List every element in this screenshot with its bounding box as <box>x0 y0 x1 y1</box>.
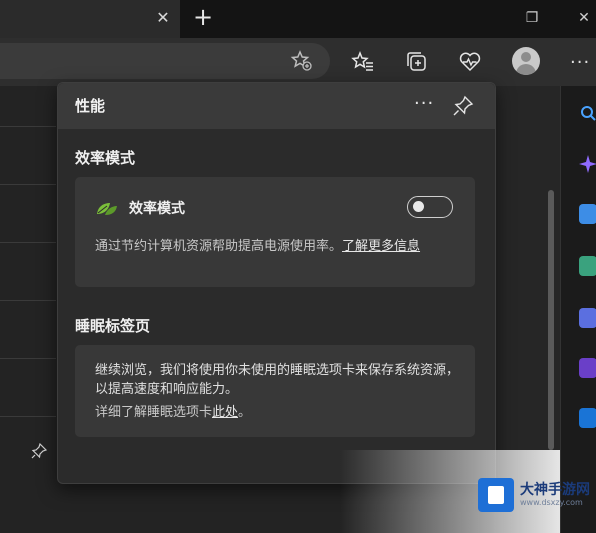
outlook-icon[interactable] <box>579 408 596 428</box>
efficiency-card: 效率模式 通过节约计算机资源帮助提高电源使用率。了解更多信息 <box>75 177 475 287</box>
games-icon[interactable] <box>579 358 596 378</box>
close-window-icon[interactable]: ✕ <box>574 8 594 28</box>
tab-close-icon[interactable]: ✕ <box>152 7 174 29</box>
shopping-tag-icon[interactable] <box>579 204 596 224</box>
performance-flyout: 性能 ··· 效率模式 效率模式 通过节约计算机资源帮助提高电源使用率。了解更多… <box>57 82 496 484</box>
efficiency-description: 通过节约计算机资源帮助提高电源使用率。了解更多信息 <box>95 237 455 256</box>
efficiency-mode-label: 效率模式 <box>129 201 185 217</box>
settings-more-icon[interactable]: ··· <box>570 52 590 73</box>
efficiency-desc-text: 通过节约计算机资源帮助提高电源使用率。 <box>95 239 343 254</box>
sleeping-tabs-description: 继续浏览，我们将使用你未使用的睡眠选项卡来保存系统资源，以提高速度和响应能力。 <box>95 363 460 397</box>
search-icon[interactable] <box>579 104 596 124</box>
here-link[interactable]: 此处 <box>212 405 238 420</box>
pin-icon[interactable] <box>31 442 48 459</box>
page-scrollbar[interactable] <box>548 190 554 450</box>
favorites-icon[interactable] <box>351 50 375 74</box>
copilot-sparkle-icon[interactable] <box>579 154 596 174</box>
divider <box>0 184 56 185</box>
performance-icon[interactable] <box>458 50 482 74</box>
learn-more-suffix: 。 <box>238 405 252 420</box>
more-options-icon[interactable]: ··· <box>414 93 434 114</box>
site-watermark: 大神手游网 www.dsxzy.com <box>478 476 590 514</box>
learn-more-link[interactable]: 了解更多信息 <box>342 239 420 254</box>
flyout-title: 性能 <box>75 97 106 115</box>
tab-strip: ✕ + ❐ ✕ <box>0 0 596 38</box>
toggle-knob <box>413 201 424 212</box>
active-tab[interactable]: ✕ <box>0 0 180 38</box>
sleeping-tabs-section-title: 睡眠标签页 <box>75 317 151 335</box>
profile-avatar[interactable] <box>512 47 540 75</box>
divider <box>0 242 56 243</box>
flyout-header: 性能 ··· <box>58 83 495 129</box>
address-bar[interactable] <box>0 43 330 79</box>
divider <box>0 416 56 417</box>
people-icon[interactable] <box>579 308 596 328</box>
watermark-name: 大神手游网 <box>520 482 590 498</box>
avatar-body <box>516 64 536 75</box>
tools-icon[interactable] <box>579 256 596 276</box>
sleeping-tabs-card: 继续浏览，我们将使用你未使用的睡眠选项卡来保存系统资源，以提高速度和响应能力。 … <box>75 345 475 437</box>
efficiency-mode-toggle[interactable] <box>407 196 453 218</box>
edge-sidebar <box>560 86 596 533</box>
sleeping-tabs-learn-more: 详细了解睡眠选项卡此处。 <box>95 403 465 422</box>
watermark-logo-icon <box>478 478 514 512</box>
efficiency-section-title: 效率模式 <box>75 149 136 167</box>
divider <box>0 358 56 359</box>
avatar-head <box>521 52 531 62</box>
new-tab-button[interactable]: + <box>190 5 216 31</box>
divider <box>0 126 56 127</box>
learn-more-prefix: 详细了解睡眠选项卡 <box>95 405 213 420</box>
collections-icon[interactable] <box>405 50 429 74</box>
restore-window-icon[interactable]: ❐ <box>522 8 542 28</box>
watermark-url: www.dsxzy.com <box>520 498 583 507</box>
pin-flyout-icon[interactable] <box>452 95 474 117</box>
favorite-add-icon[interactable] <box>290 49 314 73</box>
divider <box>0 300 56 301</box>
leaf-icon <box>95 201 119 217</box>
watermark-logo-inner <box>488 486 504 504</box>
browser-toolbar: ··· <box>0 38 596 86</box>
